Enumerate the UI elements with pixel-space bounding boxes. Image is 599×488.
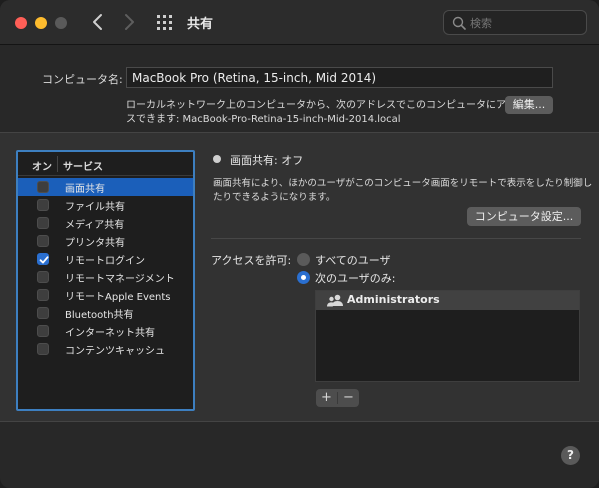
service-list[interactable]: オン サービス 画面共有ファイル共有 メディア共有 プリンタ共有リモートログインリモ… — [16, 150, 195, 411]
service-row[interactable]: インターネット共有 — [18, 322, 193, 340]
service-row[interactable]: Bluetooth共有 — [18, 304, 193, 322]
minimize-window-button[interactable] — [35, 17, 47, 29]
radio-all-users[interactable] — [297, 253, 310, 266]
service-label: Bluetooth共有 — [65, 310, 134, 321]
service-checkbox[interactable] — [37, 289, 49, 301]
add-remove-segmented: + − — [316, 389, 359, 407]
service-status: 画面共有: オフ — [230, 154, 304, 167]
service-checkbox[interactable] — [37, 325, 49, 337]
service-desc-line2: たりできるようになります。 — [213, 192, 336, 203]
search-input[interactable] — [470, 14, 580, 32]
service-label: プリンタ共有 — [65, 238, 125, 249]
zoom-window-button[interactable] — [55, 17, 67, 29]
radio-only-these-users-label[interactable]: 次のユーザのみ: — [315, 270, 396, 286]
computer-name-input[interactable] — [126, 67, 553, 88]
back-chevron-icon[interactable] — [88, 11, 108, 33]
search-icon — [452, 16, 466, 30]
show-all-grid-icon[interactable] — [157, 15, 173, 31]
service-desc-line1: 画面共有により、ほかのユーザがこのコンピュータ画面をリモートで表示をしたり制御し — [213, 178, 593, 189]
service-label: ファイル共有 — [65, 202, 125, 213]
service-label: リモートマネージメント — [65, 274, 175, 285]
service-row[interactable]: リモートログイン — [18, 250, 193, 268]
search-field[interactable] — [443, 10, 587, 35]
titlebar: 共有 — [0, 0, 599, 45]
service-checkbox[interactable] — [37, 253, 49, 265]
section-divider — [211, 238, 581, 239]
checkmark-icon — [39, 256, 49, 264]
user-group-icon — [327, 294, 343, 310]
remove-user-button[interactable]: − — [338, 389, 359, 407]
computer-address-desc-line2: スできます: MacBook-Pro-Retina-15-inch-Mid-20… — [126, 114, 401, 125]
radio-all-users-label[interactable]: すべてのユーザ — [315, 252, 391, 268]
service-checkbox[interactable] — [37, 271, 49, 283]
close-window-button[interactable] — [15, 17, 27, 29]
service-row[interactable]: ファイル共有 — [18, 196, 193, 214]
computer-address-desc-line1: ローカルネットワーク上のコンピュータから、次のアドレスでこのコンピュータにアクセ — [126, 100, 526, 111]
allowed-users-list[interactable]: Administrators — [315, 290, 580, 382]
allow-access-label: アクセスを許可: — [211, 254, 292, 267]
help-button[interactable]: ? — [561, 446, 580, 465]
service-checkbox[interactable] — [37, 343, 49, 355]
service-row[interactable]: メディア共有 — [18, 214, 193, 232]
column-divider — [57, 156, 58, 172]
forward-chevron-icon[interactable] — [119, 11, 139, 33]
service-list-header: オン サービス — [18, 152, 193, 176]
add-user-button[interactable]: + — [316, 389, 337, 407]
column-header-service[interactable]: サービス — [63, 158, 103, 173]
computer-name-label: コンピュータ名: — [42, 73, 123, 86]
service-row[interactable]: リモートApple Events — [18, 286, 193, 304]
service-checkbox[interactable] — [37, 181, 49, 193]
list-item[interactable]: Administrators — [316, 291, 579, 310]
service-checkbox[interactable] — [37, 217, 49, 229]
service-row[interactable]: 画面共有 — [18, 178, 193, 196]
user-name: Administrators — [347, 293, 440, 306]
edit-hostname-button[interactable]: 編集... — [505, 96, 553, 114]
window-title: 共有 — [187, 17, 214, 32]
service-checkbox[interactable] — [37, 235, 49, 247]
service-label: コンテンツキャッシュ — [65, 346, 165, 357]
column-header-on[interactable]: オン — [32, 158, 52, 173]
computer-settings-button[interactable]: コンピュータ設定... — [467, 207, 581, 226]
service-checkbox[interactable] — [37, 307, 49, 319]
sharing-window: 共有 コンピュータ名: ローカルネットワーク上のコンピュータから、次のアドレスで… — [0, 0, 599, 488]
service-row[interactable]: プリンタ共有 — [18, 232, 193, 250]
radio-only-these-users[interactable] — [297, 271, 310, 284]
service-row[interactable]: リモートマネージメント — [18, 268, 193, 286]
service-label: リモートログイン — [65, 256, 145, 267]
service-label: 画面共有 — [65, 184, 105, 195]
service-label: リモートApple Events — [65, 292, 171, 303]
service-checkbox[interactable] — [37, 199, 49, 211]
status-indicator-icon — [213, 155, 221, 163]
service-row[interactable]: コンテンツキャッシュ — [18, 340, 193, 358]
service-label: メディア共有 — [65, 220, 125, 231]
service-label: インターネット共有 — [65, 328, 155, 339]
